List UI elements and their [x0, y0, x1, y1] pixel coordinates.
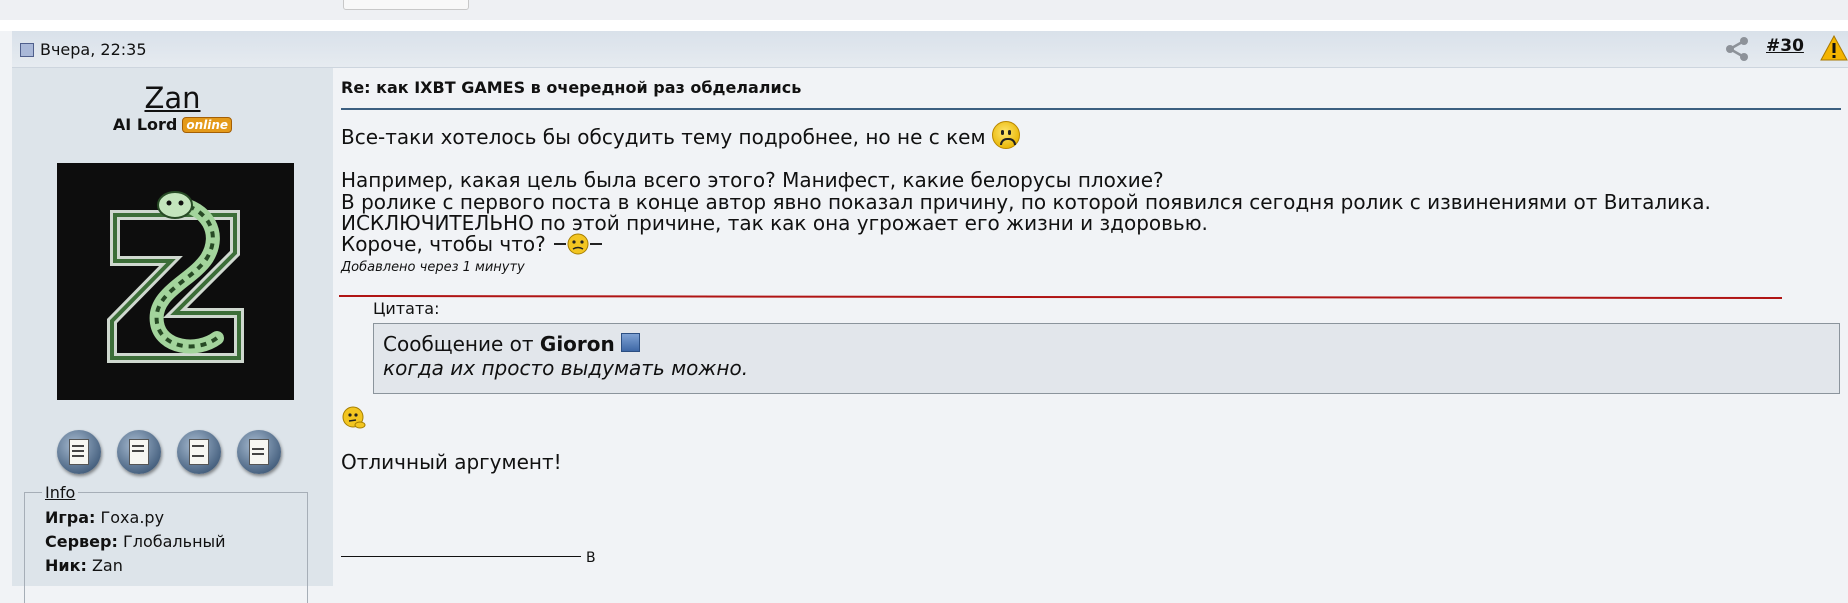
- previous-post-button[interactable]: [343, 0, 469, 10]
- thinking-smiley-icon: [342, 406, 366, 429]
- signature-text: В: [586, 550, 596, 566]
- avatar[interactable]: [57, 163, 294, 400]
- warning-icon[interactable]: [1820, 35, 1848, 61]
- shrug-smiley-icon: [554, 233, 603, 255]
- online-status-badge: online: [182, 117, 233, 133]
- post-icon: [20, 43, 34, 57]
- info-legend[interactable]: Info: [42, 483, 79, 502]
- user-action-icons: [57, 430, 297, 478]
- post-title: Re: как IXBT GAMES в очередной раз обдел…: [341, 78, 802, 97]
- user-posts-icon[interactable]: [177, 430, 221, 474]
- post-header: Вчера, 22:35 #30: [12, 31, 1848, 68]
- profile-icon[interactable]: [57, 430, 101, 474]
- username-link[interactable]: Zan: [12, 81, 333, 115]
- info-server: Сервер: Глобальный: [45, 532, 226, 551]
- message-line-5: Короче, чтобы что?: [341, 232, 604, 256]
- info-game: Игра: Гоха.ру: [45, 508, 165, 527]
- post-number-link[interactable]: #30: [1766, 36, 1804, 56]
- title-divider: [341, 108, 1841, 110]
- added-later-note: Добавлено через 1 минуту: [341, 260, 525, 275]
- reply-text: Отличный аргумент!: [341, 450, 562, 474]
- message-line-1: Все-таки хотелось бы обсудить тему подро…: [341, 121, 1020, 149]
- signature-divider: [341, 556, 581, 557]
- quote-header: Сообщение от Gioron: [383, 332, 640, 356]
- user-threads-icon[interactable]: [237, 430, 281, 474]
- info-nick: Ник: Zan: [45, 556, 123, 575]
- red-underline-annotation: [338, 295, 1783, 300]
- user-rank: AI Lord: [112, 115, 178, 134]
- post-date: Вчера, 22:35: [40, 40, 147, 59]
- private-message-icon[interactable]: [117, 430, 161, 474]
- post-message: Re: как IXBT GAMES в очередной раз обдел…: [333, 68, 1848, 586]
- quote-author: Gioron: [539, 332, 615, 356]
- quote-label: Цитата:: [373, 299, 440, 318]
- user-title: AI Lord online: [12, 115, 333, 134]
- share-icon[interactable]: [1724, 36, 1750, 62]
- user-info-box: Info Игра: Гоха.ру Сервер: Глобальный Ни…: [24, 483, 308, 603]
- sad-smiley-icon: [991, 121, 1020, 149]
- previous-post-remnant: [0, 0, 1848, 20]
- user-sidebar: Zan AI Lord online Info Игра: Гоха.ру Сер…: [12, 68, 333, 603]
- quote-box: Сообщение от Gioron когда их просто выду…: [373, 323, 1840, 394]
- post-separator: [0, 20, 1848, 31]
- message-line-2: Например, какая цель была всего этого? М…: [341, 168, 1164, 192]
- goto-post-icon[interactable]: [620, 333, 640, 352]
- quote-text: когда их просто выдумать можно.: [383, 356, 749, 380]
